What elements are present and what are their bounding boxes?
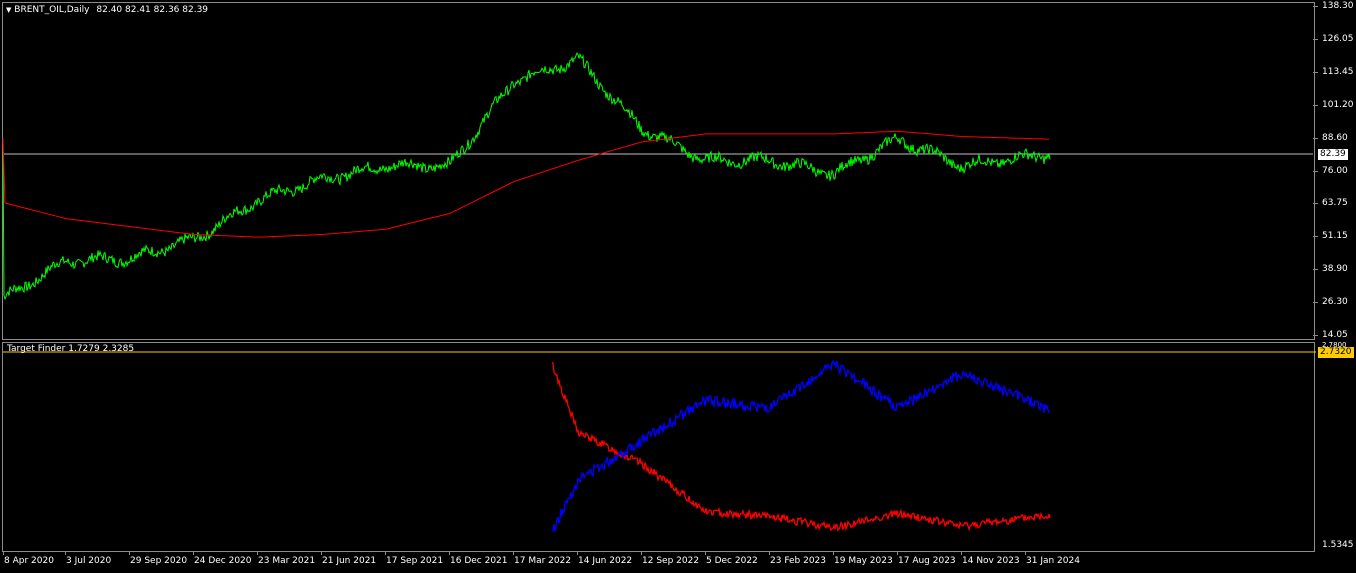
chart-canvas — [2, 52, 1316, 532]
time-axis-tick — [193, 551, 194, 555]
time-axis-tick — [769, 551, 770, 555]
time-axis-label: 19 May 2023 — [834, 556, 893, 566]
time-axis-label: 8 Apr 2020 — [4, 556, 54, 566]
moving-average-line — [2, 130, 1050, 238]
price-axis-label: 38.90 — [1322, 264, 1348, 275]
indicator-level-label: 2.7320 — [1318, 347, 1354, 358]
ohlc-values: 82.40 82.41 82.36 82.39 — [96, 5, 209, 15]
time-axis-tick — [961, 551, 962, 555]
time-axis-tick — [513, 551, 514, 555]
time-axis-label: 21 Jun 2021 — [322, 556, 377, 566]
current-price-label: 82.39 — [1318, 149, 1348, 160]
symbol-label: BRENT_OIL,Daily — [14, 5, 90, 15]
price-axis-tick — [1313, 236, 1318, 238]
price-axis-label: 113.45 — [1322, 66, 1354, 77]
time-axis-label: 23 Mar 2021 — [258, 556, 316, 566]
time-axis-tick — [321, 551, 322, 555]
time-axis-tick — [449, 551, 450, 555]
triangle-down-icon[interactable]: ▼ — [6, 6, 11, 14]
time-axis-tick — [65, 551, 66, 555]
price-axis-tick — [1313, 170, 1318, 172]
time-axis-label: 14 Nov 2023 — [962, 556, 1020, 566]
time-axis-tick — [705, 551, 706, 555]
time-axis-tick — [833, 551, 834, 555]
price-axis-tick — [1313, 104, 1318, 106]
time-axis-label: 12 Sep 2022 — [642, 556, 700, 566]
time-axis-label: 3 Jul 2020 — [66, 556, 112, 566]
time-axis-label: 5 Dec 2022 — [706, 556, 758, 566]
indicator-axis-bottom: 1.5345 — [1322, 540, 1354, 550]
time-axis-tick — [385, 551, 386, 555]
time-axis-label: 24 Dec 2020 — [194, 556, 252, 566]
time-axis-label: 29 Sep 2020 — [130, 556, 188, 566]
time-axis-label: 17 Aug 2023 — [898, 556, 956, 566]
indicator-lines — [3, 351, 1316, 532]
price-line — [2, 52, 1051, 301]
price-axis-label: 76.00 — [1322, 165, 1348, 176]
time-axis-label: 23 Feb 2023 — [770, 556, 827, 566]
price-axis-label: 138.30 — [1322, 1, 1354, 11]
price-axis-label: 101.20 — [1322, 99, 1354, 110]
price-axis-label: 63.75 — [1322, 198, 1348, 209]
price-axis-tick — [1313, 6, 1318, 7]
price-axis-label: 51.15 — [1322, 231, 1348, 242]
time-axis-tick — [1025, 551, 1026, 555]
time-axis-label: 16 Dec 2021 — [450, 556, 508, 566]
time-axis-label: 14 Jun 2022 — [578, 556, 633, 566]
time-axis-tick — [257, 551, 258, 555]
time-axis-tick — [897, 551, 898, 555]
price-axis-label: 88.60 — [1322, 132, 1348, 143]
price-axis-label: 14.05 — [1322, 330, 1348, 340]
time-axis-tick — [577, 551, 578, 555]
indicator-blue-line — [551, 359, 1051, 532]
price-axis-tick — [1313, 269, 1318, 271]
symbol-header: ▼ BRENT_OIL,Daily 82.40 82.41 82.36 82.3… — [6, 5, 208, 15]
time-axis-label: 17 Sep 2021 — [386, 556, 444, 566]
price-axis-tick — [1313, 137, 1318, 139]
time-axis-tick — [641, 551, 642, 555]
price-axis-label: 26.30 — [1322, 297, 1348, 308]
time-axis-label: 17 Mar 2022 — [514, 556, 572, 566]
time-axis-tick — [129, 551, 130, 555]
price-axis-tick — [1313, 71, 1318, 73]
time-axis-label: 31 Jan 2024 — [1026, 556, 1080, 566]
price-axis-tick — [1313, 302, 1318, 304]
indicator-header: Target Finder 1.7279 2.3285 — [7, 344, 135, 354]
main-chart-lines — [2, 52, 1313, 301]
price-axis-label: 126.05 — [1322, 33, 1354, 44]
price-axis-tick — [1313, 203, 1318, 205]
price-axis-tick — [1313, 38, 1318, 40]
time-axis-tick — [3, 551, 4, 555]
price-axis-tick — [1313, 335, 1318, 336]
